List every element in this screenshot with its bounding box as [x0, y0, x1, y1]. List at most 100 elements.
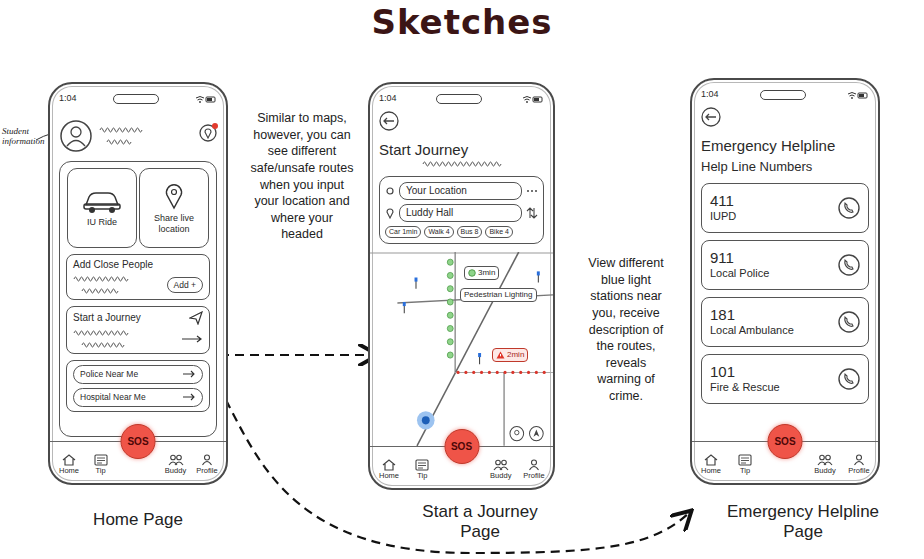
- avatar-icon[interactable]: [59, 119, 93, 153]
- profile-tab-icon: [853, 454, 865, 466]
- map-label-text: 3min: [478, 268, 495, 278]
- phone-call-icon[interactable]: [838, 254, 860, 276]
- tab-item[interactable]: Home: [698, 454, 724, 476]
- helpline-card[interactable]: 181Local Ambulance: [701, 297, 869, 347]
- origin-dot-icon: [385, 185, 395, 197]
- tab-item[interactable]: Tip: [88, 454, 114, 476]
- home-tab-icon: [382, 459, 396, 471]
- screen-title: Start Journey: [379, 141, 544, 160]
- helpline-card[interactable]: 101Fire & Rescue: [701, 354, 869, 404]
- sos-button[interactable]: SOS: [444, 429, 479, 464]
- link-label: Police Near Me: [80, 368, 138, 381]
- route-input-box: Your Location Luddy Hall Car 1minWalk 4 Bus…: [379, 176, 544, 244]
- swap-icon[interactable]: [526, 206, 538, 220]
- helpline-name: Local Ambulance: [710, 324, 794, 337]
- sos-button[interactable]: SOS: [768, 424, 803, 459]
- mode-chip[interactable]: Car 1min: [385, 226, 421, 238]
- helpline-number: 411: [710, 192, 736, 210]
- profile-tab-icon: [201, 454, 213, 466]
- tab-item[interactable]: Buddy: [488, 459, 514, 481]
- back-row: [701, 107, 869, 134]
- buddy-tab-icon: [493, 459, 509, 471]
- to-field[interactable]: Luddy Hall: [399, 204, 522, 222]
- start-journey-card[interactable]: Start a Journey: [66, 306, 210, 354]
- phone-call-icon[interactable]: [838, 368, 860, 390]
- nearby-link[interactable]: Police Near Me: [73, 365, 203, 384]
- tab-label: Home: [59, 467, 79, 476]
- tab-bar: HomeTipBuddyProfileSOS: [692, 441, 878, 479]
- mode-chip[interactable]: Walk 4: [424, 226, 453, 238]
- helpline-number: 911: [710, 249, 769, 267]
- helpline-text: 101Fire & Rescue: [710, 363, 780, 394]
- tab-item[interactable]: Buddy: [163, 454, 189, 476]
- slide-title: Sketches: [0, 2, 924, 43]
- map-label[interactable]: Pedestrian Lighting: [460, 288, 537, 302]
- mode-chip[interactable]: Bus 8: [457, 226, 483, 238]
- tab-item[interactable]: Tip: [732, 454, 758, 476]
- tip-tab-icon: [738, 454, 752, 466]
- student-info-placeholder: [99, 126, 143, 146]
- home-tab-icon: [704, 454, 718, 466]
- sos-button[interactable]: SOS: [121, 424, 156, 459]
- from-field[interactable]: Your Location: [399, 182, 522, 200]
- helpline-name: Fire & Rescue: [710, 381, 780, 394]
- tab-label: Home: [379, 472, 399, 481]
- map-label-text: 2min: [507, 350, 524, 360]
- placeholder-squiggle-icon: [99, 138, 143, 146]
- placeholder-squiggle-icon: [379, 160, 544, 168]
- arrow-right-icon: [181, 335, 203, 343]
- card-title: Start a Journey: [73, 312, 141, 324]
- journey-card-head: Start a Journey: [73, 311, 203, 325]
- feature-tile[interactable]: Share live location: [139, 168, 209, 248]
- sketch-slide: SketchesStudent informationSimilar to ma…: [0, 0, 924, 559]
- warning-icon: [496, 351, 505, 359]
- tab-label: Profile: [196, 467, 217, 476]
- close-people-row: Add +: [73, 275, 203, 295]
- tab-item[interactable]: Tip: [409, 459, 435, 481]
- add-button[interactable]: Add +: [167, 277, 203, 294]
- tab-item[interactable]: Buddy: [812, 454, 838, 476]
- helpline-text: 181Local Ambulance: [710, 306, 794, 337]
- home-tab-icon: [62, 454, 76, 466]
- map-label[interactable]: 3min: [464, 266, 499, 280]
- tab-label: Tip: [95, 467, 105, 476]
- more-dots-icon[interactable]: [526, 188, 538, 194]
- buddy-tab-icon: [817, 454, 833, 466]
- notification-dot: [212, 123, 218, 129]
- notification-button[interactable]: [199, 124, 217, 149]
- destination-pin-icon: [385, 207, 395, 219]
- tab-label: Home: [701, 467, 721, 476]
- placeholder-squiggle-icon: [73, 329, 133, 337]
- route-map[interactable]: 3min Pedestrian Lighting 2min: [370, 252, 553, 446]
- status-bar: 1:04: [379, 91, 544, 107]
- back-arrow-icon[interactable]: [379, 111, 399, 131]
- close-people-placeholder: [73, 275, 129, 295]
- feature-tile[interactable]: IU Ride: [67, 168, 137, 248]
- helpline-card[interactable]: 911Local Police: [701, 240, 869, 290]
- arrow-right-icon: [182, 370, 196, 378]
- home-phone: 1:04 IU Ride Share live location Add Close …: [48, 82, 228, 485]
- to-row: Luddy Hall: [385, 204, 538, 222]
- helpline-card[interactable]: 411IUPD: [701, 183, 869, 233]
- tile-label: Share live location: [144, 213, 204, 234]
- helpline-text: 911Local Police: [710, 249, 769, 280]
- map-label[interactable]: 2min: [492, 348, 528, 362]
- phone-call-icon[interactable]: [838, 197, 860, 219]
- tab-item[interactable]: Profile: [846, 454, 872, 476]
- tab-item[interactable]: Profile: [194, 454, 220, 476]
- nearby-link[interactable]: Hospital Near Me: [73, 388, 203, 407]
- clock: 1:04: [59, 92, 77, 106]
- camera-notch: [436, 94, 482, 104]
- camera-notch: [113, 94, 159, 104]
- from-row: Your Location: [385, 182, 538, 200]
- phone-call-icon[interactable]: [838, 311, 860, 333]
- tab-item[interactable]: Profile: [521, 459, 547, 481]
- tab-item[interactable]: Home: [56, 454, 82, 476]
- tab-item[interactable]: Home: [376, 459, 402, 481]
- back-arrow-icon[interactable]: [701, 107, 721, 127]
- helpline-name: IUPD: [710, 210, 736, 223]
- mode-chip[interactable]: Bike 4: [485, 226, 512, 238]
- wifi-battery-icon: [195, 95, 217, 104]
- card-title: Add Close People: [73, 259, 203, 271]
- tab-bar: HomeTipBuddyProfileSOS: [50, 441, 226, 479]
